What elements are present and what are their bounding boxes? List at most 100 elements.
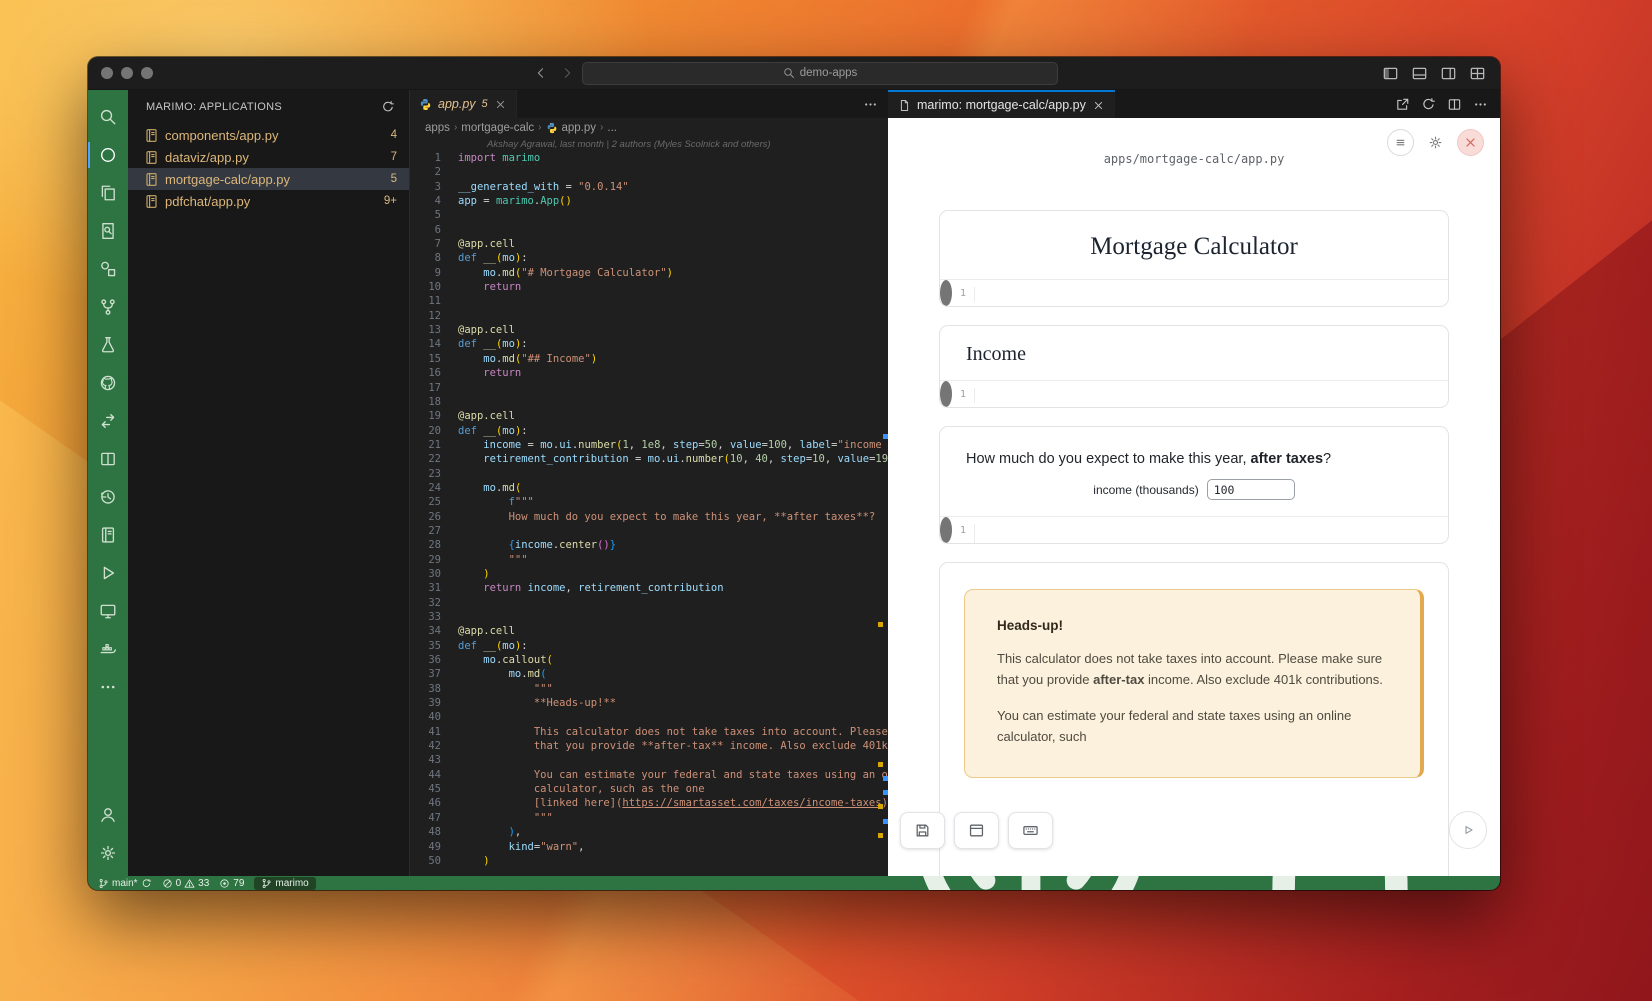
code-line[interactable]: 29 """ bbox=[410, 553, 888, 567]
more-actions-icon[interactable] bbox=[1473, 97, 1488, 112]
titlebar[interactable]: demo-apps bbox=[88, 57, 1500, 90]
code-line[interactable]: 49 kind="warn", bbox=[410, 840, 888, 854]
code-line[interactable]: (thousands)") bbox=[940, 539, 952, 544]
close-icon[interactable] bbox=[494, 98, 507, 111]
code-line[interactable]: 20def __(mo): bbox=[410, 424, 888, 438]
beaker-icon[interactable] bbox=[88, 326, 128, 364]
code-line[interactable]: 31 return income, retirement_contributio… bbox=[410, 581, 888, 595]
code-line[interactable]: 2 bbox=[410, 165, 888, 179]
code-line[interactable]: 23 bbox=[410, 467, 888, 481]
overview-ruler[interactable] bbox=[878, 151, 888, 876]
reload-icon[interactable] bbox=[1421, 97, 1436, 112]
code-line[interactable]: 42 that you provide **after-tax** income… bbox=[410, 739, 888, 753]
code-line[interactable]: 26 How much do you expect to make this y… bbox=[410, 510, 888, 524]
code-line[interactable]: 1mo.md("# Mortgage Calculator") bbox=[940, 287, 952, 302]
code-line[interactable]: 21 income = mo.ui.number(1, 1e8, step=50… bbox=[410, 438, 888, 452]
code-line[interactable]: 1import marimo bbox=[410, 151, 888, 165]
code-line[interactable]: 3__generated_with = "0.0.14" bbox=[410, 180, 888, 194]
marimo-icon[interactable] bbox=[88, 136, 128, 174]
code-line[interactable]: 22 retirement_contribution = mo.ui.numbe… bbox=[410, 452, 888, 466]
refresh-icon[interactable] bbox=[381, 100, 395, 114]
toggle-panel-icon[interactable] bbox=[1411, 65, 1428, 82]
code-line[interactable]: 39 **Heads-up!** bbox=[410, 696, 888, 710]
cell-card-question[interactable]: How much do you expect to make this year… bbox=[939, 426, 1449, 544]
breadcrumb-item[interactable]: apps bbox=[425, 122, 450, 134]
customize-layout-icon[interactable] bbox=[1469, 65, 1486, 82]
code-line[interactable]: 25 f""" bbox=[410, 495, 888, 509]
docker-icon[interactable] bbox=[88, 630, 128, 668]
code-line[interactable]: 13@app.cell bbox=[410, 323, 888, 337]
forward-icon[interactable] bbox=[560, 66, 574, 80]
git-fork-icon[interactable] bbox=[88, 288, 128, 326]
breadcrumb[interactable]: apps › mortgage-calc › app.py › ... bbox=[410, 118, 888, 137]
code-line[interactable]: 19@app.cell bbox=[410, 409, 888, 423]
sidebar-item-dataviz[interactable]: dataviz/app.py 7 bbox=[128, 146, 409, 168]
code-line[interactable]: 38 """ bbox=[410, 682, 888, 696]
sidebar-item-mortgage-calc[interactable]: mortgage-calc/app.py 5 bbox=[128, 168, 409, 190]
shutdown-button[interactable] bbox=[1457, 129, 1484, 156]
split-editor-icon[interactable] bbox=[1447, 97, 1462, 112]
monitor-icon[interactable] bbox=[88, 592, 128, 630]
code-line[interactable]: 47 """ bbox=[410, 811, 888, 825]
close-icon[interactable] bbox=[1092, 99, 1105, 112]
code-line[interactable]: 1income = mo.ui.number(1, 1e8, step=50, … bbox=[940, 524, 952, 539]
cell-code[interactable]: 1income = mo.ui.number(1, 1e8, step=50, … bbox=[940, 517, 952, 543]
code-editor[interactable]: 1import marimo23__generated_with = "0.0.… bbox=[410, 151, 888, 876]
code-line[interactable]: 6 bbox=[410, 223, 888, 237]
open-in-browser-button[interactable] bbox=[954, 812, 999, 849]
cell-code[interactable]: 1mo.md("# Mortgage Calculator") bbox=[940, 280, 952, 306]
keyboard-shortcuts-button[interactable] bbox=[1008, 812, 1053, 849]
files-icon[interactable] bbox=[88, 174, 128, 212]
code-line[interactable]: 15 mo.md("## Income") bbox=[410, 352, 888, 366]
menu-button[interactable] bbox=[1387, 129, 1414, 156]
code-line[interactable]: 8def __(mo): bbox=[410, 251, 888, 265]
shapes-icon[interactable] bbox=[88, 250, 128, 288]
code-line[interactable]: 36 mo.callout( bbox=[410, 653, 888, 667]
cell-code[interactable]: 1mo.md("## Income") bbox=[940, 381, 952, 407]
breadcrumb-item[interactable]: ... bbox=[607, 122, 617, 134]
notebook-icon[interactable] bbox=[88, 516, 128, 554]
save-button[interactable] bbox=[900, 812, 945, 849]
history-icon[interactable] bbox=[88, 478, 128, 516]
git-branch-status[interactable]: main* bbox=[98, 878, 152, 889]
zoom-window-button[interactable] bbox=[141, 67, 153, 79]
doc-search-icon[interactable] bbox=[88, 212, 128, 250]
code-line[interactable]: 9 mo.md("# Mortgage Calculator") bbox=[410, 266, 888, 280]
sidebar-item-pdfchat[interactable]: pdfchat/app.py 9+ bbox=[128, 190, 409, 212]
code-line[interactable]: 16 return bbox=[410, 366, 888, 380]
code-line[interactable]: 34@app.cell bbox=[410, 624, 888, 638]
code-line[interactable]: 30 ) bbox=[410, 567, 888, 581]
breadcrumb-item[interactable]: app.py bbox=[562, 122, 597, 134]
toggle-sidebar-icon[interactable] bbox=[1382, 65, 1399, 82]
code-line[interactable]: 45 calculator, such as the one bbox=[410, 782, 888, 796]
code-line[interactable]: 11 bbox=[410, 294, 888, 308]
settings-button[interactable] bbox=[1423, 130, 1448, 155]
marimo-status[interactable]: marimo bbox=[254, 877, 315, 890]
github-icon[interactable] bbox=[88, 364, 128, 402]
breadcrumb-item[interactable]: mortgage-calc bbox=[461, 122, 534, 134]
code-line[interactable]: 32 bbox=[410, 596, 888, 610]
tab-app-py[interactable]: app.py 5 bbox=[410, 90, 517, 118]
sync-icon[interactable] bbox=[141, 878, 152, 889]
income-input[interactable] bbox=[1207, 479, 1295, 500]
search-icon[interactable] bbox=[88, 98, 128, 136]
code-line[interactable]: 14def __(mo): bbox=[410, 337, 888, 351]
run-icon[interactable] bbox=[88, 554, 128, 592]
code-line[interactable]: 4app = marimo.App() bbox=[410, 194, 888, 208]
code-line[interactable]: 18 bbox=[410, 395, 888, 409]
code-line[interactable]: 27 bbox=[410, 524, 888, 538]
cell-card-income[interactable]: Income 1mo.md("## Income") bbox=[939, 325, 1449, 408]
code-line[interactable]: 1mo.md("## Income") bbox=[940, 388, 952, 403]
code-line[interactable]: 17 bbox=[410, 381, 888, 395]
run-button[interactable] bbox=[1449, 811, 1487, 849]
ports-status[interactable]: 79 bbox=[219, 878, 244, 889]
close-window-button[interactable] bbox=[101, 67, 113, 79]
code-line[interactable]: 37 mo.md( bbox=[410, 667, 888, 681]
code-line[interactable]: 5 bbox=[410, 208, 888, 222]
code-line[interactable]: 40 bbox=[410, 710, 888, 724]
more-icon[interactable] bbox=[88, 668, 128, 706]
toggle-secondary-sidebar-icon[interactable] bbox=[1440, 65, 1457, 82]
tab-marimo-preview[interactable]: marimo: mortgage-calc/app.py bbox=[888, 90, 1115, 118]
cell-card-title[interactable]: Mortgage Calculator 1mo.md("# Mortgage C… bbox=[939, 210, 1449, 307]
more-actions-icon[interactable] bbox=[863, 97, 878, 112]
